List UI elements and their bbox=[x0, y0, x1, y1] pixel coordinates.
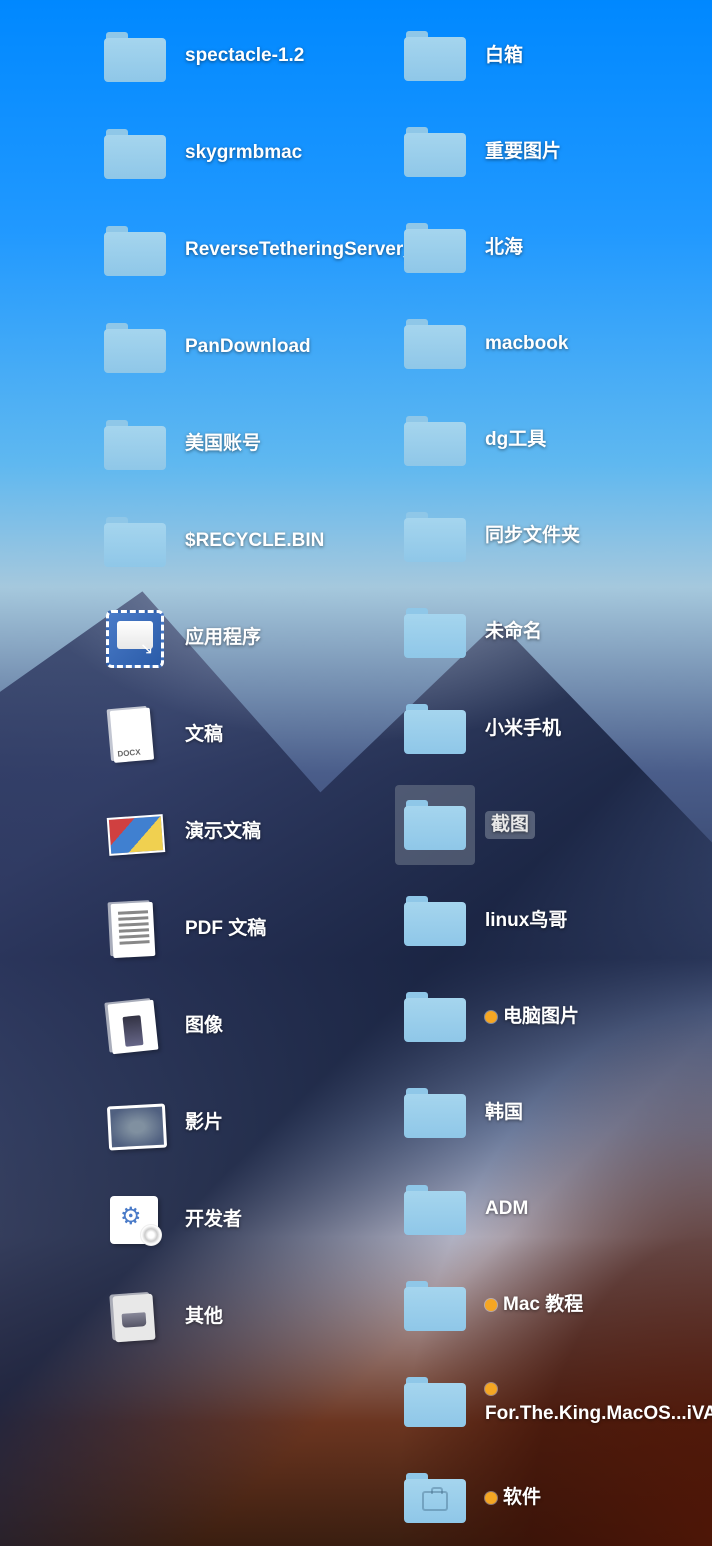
folder-icon bbox=[404, 1088, 466, 1138]
disc-icon bbox=[140, 1224, 162, 1246]
folder-icon bbox=[104, 420, 166, 470]
apps-stack-icon bbox=[106, 610, 164, 668]
korea-folder[interactable]: 韩国 bbox=[395, 1065, 695, 1161]
developer-stack[interactable]: 开发者 bbox=[95, 1172, 395, 1269]
desktop-column-left: spectacle-1.2 skygrmbmac ReverseTetheringS… bbox=[95, 8, 395, 1546]
presentation-stack-icon bbox=[106, 804, 164, 862]
folder-icon bbox=[404, 319, 466, 369]
screenshot-folder[interactable]: 截图 bbox=[395, 777, 695, 873]
desktop-item-label: 软件 bbox=[485, 1486, 541, 1511]
folder-icon bbox=[104, 517, 166, 567]
desktop-item-label: $RECYCLE.BIN bbox=[185, 529, 324, 554]
developer-stack-icon bbox=[106, 1192, 164, 1250]
folder-icon bbox=[404, 1185, 466, 1235]
desktop-item-label: PanDownload bbox=[185, 335, 311, 360]
folder-icon bbox=[404, 416, 466, 466]
desktop-item-label: spectacle-1.2 bbox=[185, 44, 304, 69]
movies-stack[interactable]: 影片 bbox=[95, 1075, 395, 1172]
desktop-item-label: 演示文稿 bbox=[185, 820, 261, 845]
other-stack-icon bbox=[106, 1289, 164, 1347]
spectacle-folder[interactable]: spectacle-1.2 bbox=[95, 8, 395, 105]
desktop-item-label: 同步文件夹 bbox=[485, 524, 580, 549]
xiaomi-phone-folder[interactable]: 小米手机 bbox=[395, 681, 695, 777]
desktop-item-label: ReverseTetheringServer_1.2.0 bbox=[185, 238, 385, 263]
for-the-king-folder[interactable]: For.The.King.MacOS...iVATED bbox=[395, 1354, 695, 1450]
desktop-item-label: 重要图片 bbox=[485, 140, 561, 165]
folder-icon bbox=[104, 32, 166, 82]
images-stack[interactable]: 图像 bbox=[95, 978, 395, 1075]
reverse-tethering-folder[interactable]: ReverseTetheringServer_1.2.0 bbox=[95, 202, 395, 299]
desktop-item-label: skygrmbmac bbox=[185, 141, 302, 166]
desktop-item-label: 其他 bbox=[185, 1305, 223, 1330]
folder-icon bbox=[404, 992, 466, 1042]
folder-icon bbox=[104, 226, 166, 276]
software-folder[interactable]: 软件 bbox=[395, 1450, 695, 1546]
untitled-folder[interactable]: 未命名 bbox=[395, 585, 695, 681]
folder-icon bbox=[404, 704, 466, 754]
images-stack-icon bbox=[106, 998, 164, 1056]
pdf-stack[interactable]: PDF 文稿 bbox=[95, 881, 395, 978]
dg-tools-folder[interactable]: dg工具 bbox=[395, 393, 695, 489]
desktop-item-label: 北海 bbox=[485, 236, 523, 261]
folder-icon bbox=[404, 1377, 466, 1427]
other-stack[interactable]: 其他 bbox=[95, 1269, 395, 1366]
tag-dot-icon bbox=[485, 1011, 497, 1023]
tag-dot-icon bbox=[485, 1383, 497, 1395]
recycle-bin-folder[interactable]: $RECYCLE.BIN bbox=[95, 493, 395, 590]
desktop-area: spectacle-1.2 skygrmbmac ReverseTetheringS… bbox=[0, 0, 712, 1546]
desktop-item-label: 电脑图片 bbox=[485, 1005, 579, 1030]
desktop-item-label: 开发者 bbox=[185, 1208, 242, 1233]
folder-icon bbox=[404, 800, 466, 850]
desktop-item-label: 影片 bbox=[185, 1111, 223, 1136]
skygrmbmac-folder[interactable]: skygrmbmac bbox=[95, 105, 395, 202]
desktop-item-label: 应用程序 bbox=[185, 626, 261, 651]
desktop-item-label: 白箱 bbox=[485, 44, 523, 69]
folder-icon bbox=[404, 1281, 466, 1331]
desktop-item-label: Mac 教程 bbox=[485, 1293, 583, 1318]
folder-icon bbox=[404, 223, 466, 273]
desktop-item-label: 文稿 bbox=[185, 723, 223, 748]
folder-icon bbox=[104, 323, 166, 373]
suitcase-glyph-icon bbox=[422, 1491, 448, 1511]
desktop-item-label: 未命名 bbox=[485, 620, 542, 645]
us-account-folder[interactable]: 美国账号 bbox=[95, 396, 395, 493]
pandownload-folder[interactable]: PanDownload bbox=[95, 299, 395, 396]
sync-folder[interactable]: 同步文件夹 bbox=[395, 489, 695, 585]
desktop-item-label: 美国账号 bbox=[185, 432, 261, 457]
folder-icon bbox=[104, 129, 166, 179]
desktop-column-right: 白箱重要图片北海 macbook dg工具同步文件夹未命名小米手机截图 linux鸟哥… bbox=[395, 8, 695, 1546]
applications-stack[interactable]: 应用程序 bbox=[95, 590, 395, 687]
desktop-item-label: 图像 bbox=[185, 1014, 223, 1039]
desktop-item-label: For.The.King.MacOS...iVATED bbox=[485, 1377, 685, 1426]
presentations-stack[interactable]: 演示文稿 bbox=[95, 784, 395, 881]
desktop-item-label: macbook bbox=[485, 332, 568, 357]
folder-icon bbox=[404, 31, 466, 81]
computer-pics-folder[interactable]: 电脑图片 bbox=[395, 969, 695, 1065]
docx-stack-icon bbox=[104, 704, 167, 767]
folder-icon bbox=[404, 512, 466, 562]
folder-icon bbox=[404, 896, 466, 946]
documents-stack[interactable]: 文稿 bbox=[95, 687, 395, 784]
desktop-item-label: 截图 bbox=[485, 811, 535, 840]
mac-tutorial-folder[interactable]: Mac 教程 bbox=[395, 1258, 695, 1354]
desktop-item-label: linux鸟哥 bbox=[485, 909, 567, 934]
folder-icon bbox=[404, 127, 466, 177]
tag-dot-icon bbox=[485, 1492, 497, 1504]
important-pics-folder[interactable]: 重要图片 bbox=[395, 104, 695, 200]
desktop-item-label: 韩国 bbox=[485, 1101, 523, 1126]
desktop-item-label: ADM bbox=[485, 1197, 528, 1222]
linux-bird-folder[interactable]: linux鸟哥 bbox=[395, 873, 695, 969]
pdf-stack-icon bbox=[106, 901, 164, 959]
desktop-item-label: 小米手机 bbox=[485, 717, 561, 742]
folder-icon bbox=[404, 1473, 466, 1523]
movies-stack-icon bbox=[106, 1095, 164, 1153]
folder-icon bbox=[404, 608, 466, 658]
north-sea-folder[interactable]: 北海 bbox=[395, 200, 695, 296]
desktop-item-label: dg工具 bbox=[485, 428, 546, 453]
white-box-folder[interactable]: 白箱 bbox=[395, 8, 695, 104]
adm-folder[interactable]: ADM bbox=[395, 1162, 695, 1258]
macbook-folder[interactable]: macbook bbox=[395, 296, 695, 392]
desktop-item-label: PDF 文稿 bbox=[185, 917, 266, 942]
tag-dot-icon bbox=[485, 1299, 497, 1311]
